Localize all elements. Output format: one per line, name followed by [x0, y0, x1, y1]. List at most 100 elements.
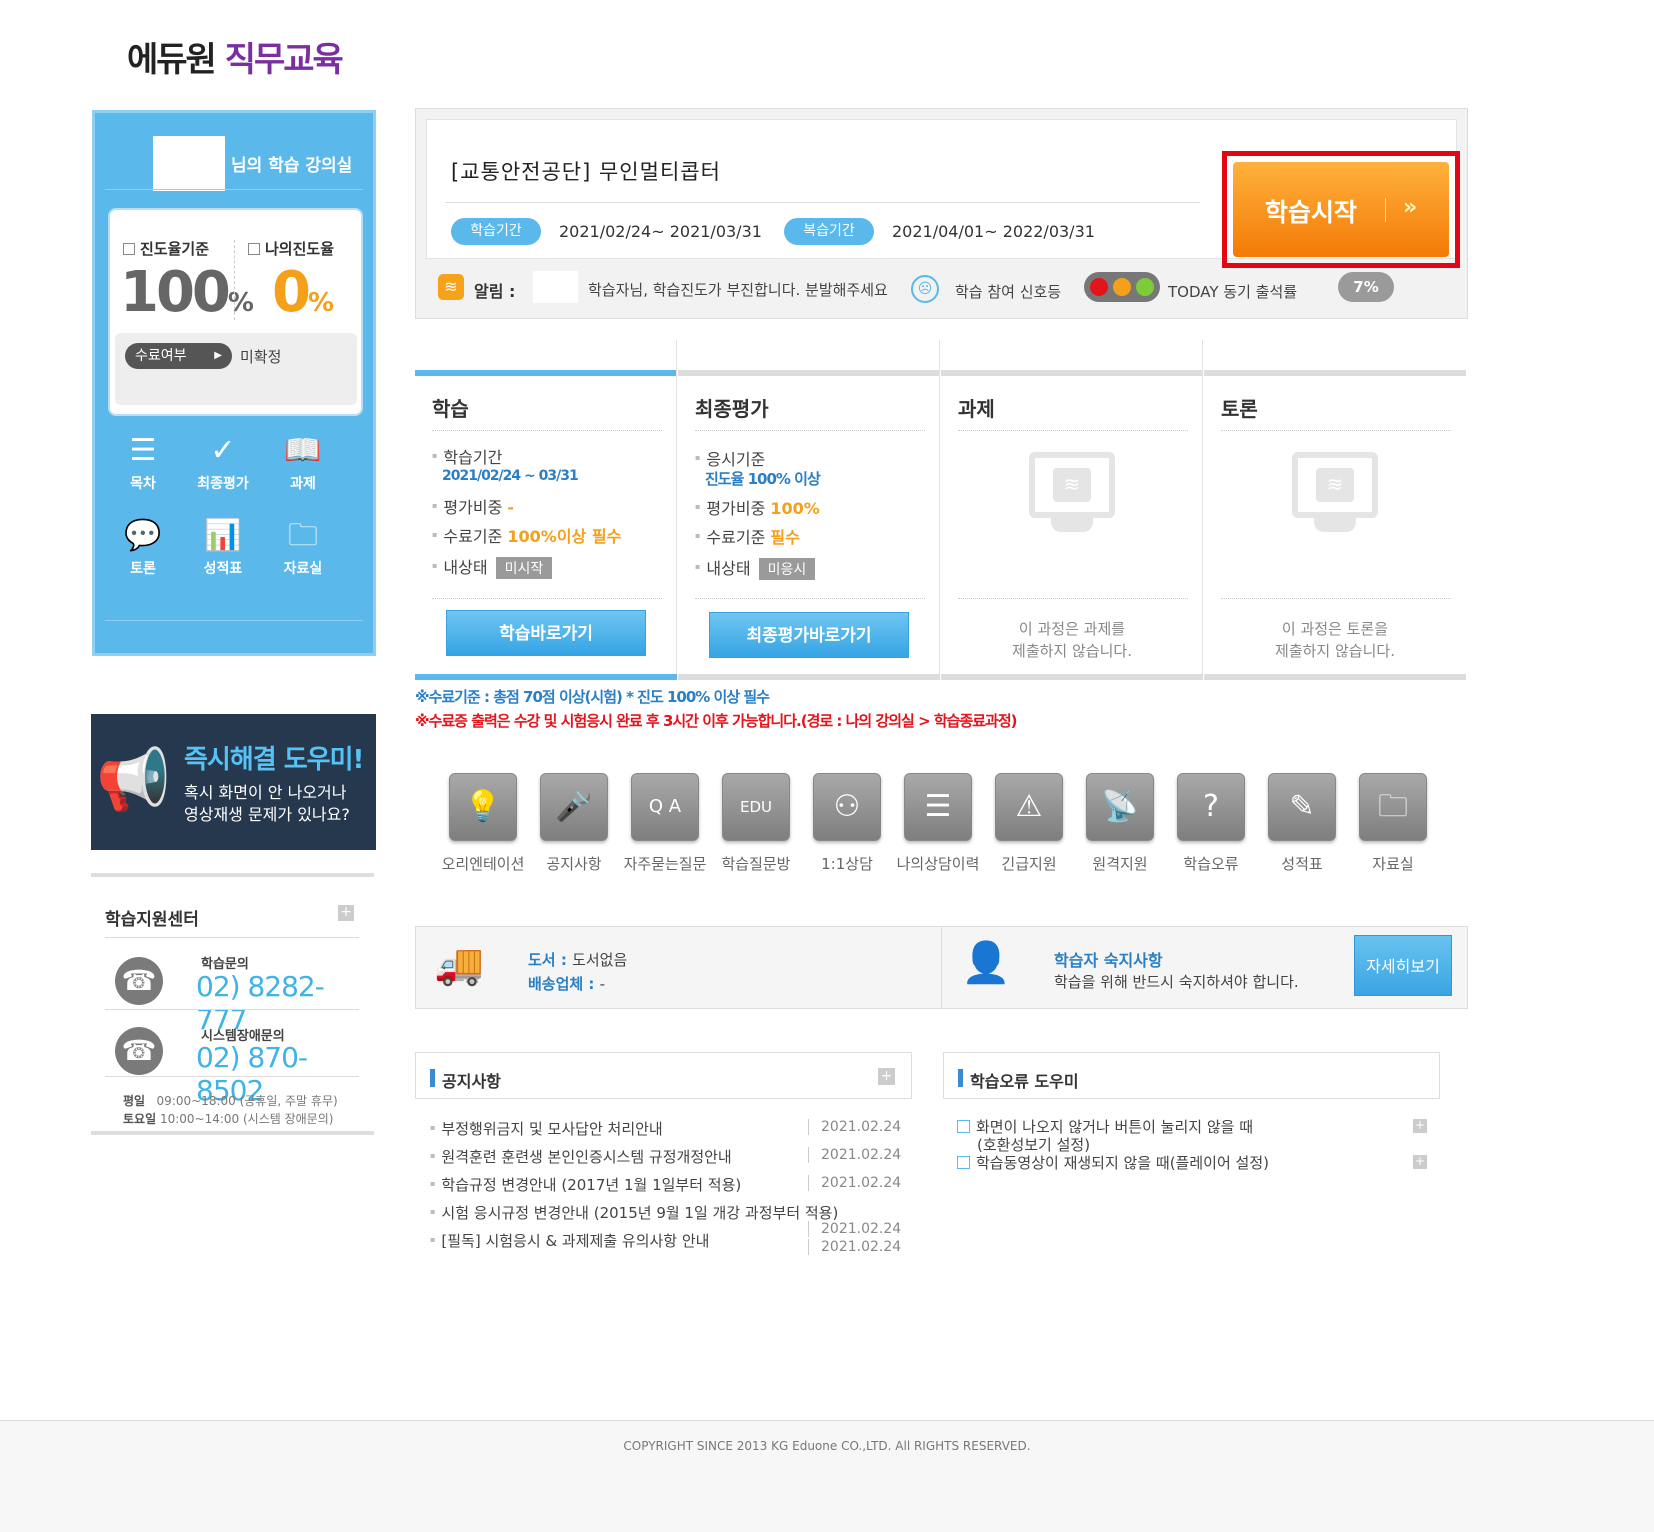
remote-support-menu[interactable]: 📡 원격지원	[1075, 773, 1165, 873]
notice-menu[interactable]: 🎤 공지사항	[529, 773, 619, 873]
monitor-stand	[1051, 518, 1093, 532]
menu-report-card[interactable]: 📊 성적표	[183, 518, 263, 578]
orange-light	[1113, 278, 1131, 296]
emergency-support-menu[interactable]: ⚠ 긴급지원	[984, 773, 1074, 873]
menu-archive[interactable]: 🗀 자료실	[263, 518, 343, 578]
faq-menu[interactable]: Q A 자주묻는질문	[620, 773, 710, 873]
chat-icon: 💬	[124, 518, 162, 553]
completion-label: 수료여부 ▶	[125, 343, 232, 369]
qa-icon: Q A	[631, 773, 699, 841]
counsel-history-menu[interactable]: ☰ 나의상담이력	[893, 773, 983, 873]
question-icon: ?	[1177, 773, 1245, 841]
book-icon: 📖	[284, 433, 322, 468]
plus-icon[interactable]: +	[338, 905, 354, 921]
go-study-button[interactable]: 학습바로가기	[446, 610, 646, 656]
mic-icon: 🎤	[540, 773, 608, 841]
notice-item[interactable]: 시험 응시규정 변경안내 (2015년 9월 1일 개강 과정부터 적용)	[430, 1202, 838, 1223]
accent-bar	[430, 1069, 435, 1087]
status-badge: 미응시	[758, 558, 816, 580]
check-icon: ✓	[210, 433, 236, 468]
final-exam-title: 최종평가	[695, 397, 769, 421]
start-learning-button[interactable]: 학습시작 »	[1233, 162, 1449, 257]
error-help-panel-title: 학습오류 도우미	[970, 1072, 1079, 1091]
accent-bar	[958, 1069, 963, 1087]
report-card-menu[interactable]: ✎ 성적표	[1257, 773, 1347, 873]
menu-assignment[interactable]: 📖 과제	[263, 433, 343, 493]
help-banner-title: 즉시해결 도우미!	[184, 745, 364, 775]
study-error-menu[interactable]: ? 학습오류	[1166, 773, 1256, 873]
support-center: 학습지원센터 + ☎ 학습문의 02) 8282-777 ☎ 시스템장애문의 0…	[91, 873, 374, 1135]
review-period-value: 2021/04/01~ 2022/03/31	[892, 222, 1095, 241]
user-name-masked	[533, 271, 578, 303]
book-info: 도서 : 도서없음	[528, 951, 628, 969]
status-badge: 미시작	[495, 557, 553, 579]
phone-error-icon: ☎	[115, 1027, 163, 1075]
instant-help-banner[interactable]: 📢 즉시해결 도우미! 혹시 화면이 안 나오거나 영상재생 문제가 있나요?	[91, 714, 376, 850]
checkbox-icon	[248, 243, 260, 255]
menu-final-exam[interactable]: ✓ 최종평가	[183, 433, 263, 493]
divider	[939, 340, 940, 680]
discussion-empty-text: 이 과정은 토론을 제출하지 않습니다.	[1275, 620, 1395, 660]
help-item-compat[interactable]: 화면이 나오지 않거나 버튼이 눌리지 않을 때 (호환성보기 설정)	[957, 1118, 1253, 1154]
checkbox-icon	[957, 1120, 970, 1133]
info-bar: 🚚 도서 : 도서없음 배송업체 : - 👤 학습자 숙지사항 학습을 위해 반…	[415, 926, 1468, 1009]
exam-requirement-label: 응시기준	[695, 446, 765, 470]
alarm-label: 알림 :	[474, 282, 516, 301]
completion-criteria-note: ※수료기준 : 총점 70점 이상(시험) * 진도 100% 이상 필수	[415, 688, 770, 706]
plus-icon[interactable]: +	[1413, 1155, 1427, 1169]
go-final-exam-button[interactable]: 최종평가바로가기	[709, 612, 909, 658]
report-icon: ✎	[1268, 773, 1336, 841]
notice-item[interactable]: 원격훈련 훈련생 본인인증시스템 규정개정안내	[430, 1146, 731, 1167]
notice-date: 2021.02.24	[808, 1239, 901, 1255]
course-title: [교통안전공단] 무인멀티콥터	[451, 160, 721, 184]
today-attendance-rate: 7%	[1338, 272, 1394, 302]
divider	[432, 598, 662, 599]
plus-icon[interactable]: +	[1413, 1119, 1427, 1133]
completion-status-row: 수료여부 ▶ 미확정	[115, 333, 357, 405]
divider	[1385, 198, 1386, 222]
divider	[1221, 430, 1451, 431]
notice-date: 2021.02.24	[808, 1221, 901, 1237]
certificate-note: ※수료증 출력은 수강 및 시험응시 완료 후 3시간 이후 가능합니다.(경로…	[415, 712, 1018, 730]
notice-date: 2021.02.24	[808, 1175, 901, 1191]
classroom-title: 님의 학습 강의실	[231, 156, 353, 176]
today-attendance-label: TODAY 동기 출석률	[1168, 283, 1298, 301]
notice-date: 2021.02.24	[808, 1119, 901, 1135]
plus-icon[interactable]: +	[878, 1068, 895, 1085]
review-period-badge: 복습기간	[784, 218, 874, 245]
exam-status: 내상태미응시	[695, 555, 816, 580]
notice-panel-header: 공지사항 +	[415, 1052, 912, 1099]
orientation-menu[interactable]: 💡 오리엔테이션	[438, 773, 528, 873]
study-question-menu[interactable]: EDU 학습질문방	[711, 773, 801, 873]
divider	[695, 598, 925, 599]
red-light	[1090, 278, 1108, 296]
support-hours: 평일 09:00~18:00 (공휴일, 주말 휴무) 토요일 10:00~14…	[123, 1094, 338, 1126]
monitor-stand	[1314, 518, 1356, 532]
green-light	[1136, 278, 1154, 296]
archive-menu[interactable]: 🗀 자료실	[1348, 773, 1438, 873]
divider	[445, 202, 1200, 203]
counsel-menu[interactable]: ⚇ 1:1상담	[802, 773, 892, 873]
menu-contents[interactable]: ☰ 목차	[103, 433, 183, 493]
notice-item[interactable]: [필독] 시험응시 & 과제제출 유의사항 안내	[430, 1230, 709, 1251]
divider	[1204, 370, 1466, 376]
study-column: 학습 학습기간 2021/02/24 ~ 03/31 평가비중 - 수료기준 1…	[415, 340, 677, 680]
help-banner-text: 혹시 화면이 안 나오거나 영상재생 문제가 있나요?	[184, 783, 350, 824]
divider	[941, 370, 1203, 376]
help-item-player[interactable]: 학습동영상이 재생되지 않을 때(플레이어 설정)	[957, 1154, 1269, 1172]
divider	[105, 937, 359, 938]
notice-date: 2021.02.24	[808, 1147, 901, 1163]
site-logo[interactable]: 에듀원 직무교육	[127, 32, 344, 81]
notebook-icon: ☰	[904, 773, 972, 841]
user-name-masked	[153, 136, 225, 191]
study-criteria: 수료기준 100%이상 필수	[432, 523, 621, 547]
course-header: [교통안전공단] 무인멀티콥터 학습기간 2021/02/24~ 2021/03…	[415, 108, 1468, 319]
discussion-column: 토론 ≋ 이 과정은 토론을 제출하지 않습니다.	[1204, 340, 1466, 680]
menu-discussion[interactable]: 💬 토론	[103, 518, 183, 578]
exam-weight: 평가비중 100%	[695, 495, 819, 519]
checkbox-icon	[957, 1156, 970, 1169]
view-details-button[interactable]: 자세히보기	[1354, 935, 1452, 996]
divider	[678, 370, 940, 376]
notice-item[interactable]: 학습규정 변경안내 (2017년 1월 1일부터 적용)	[430, 1174, 741, 1195]
notice-item[interactable]: 부정행위금지 및 모사답안 처리안내	[430, 1118, 662, 1139]
